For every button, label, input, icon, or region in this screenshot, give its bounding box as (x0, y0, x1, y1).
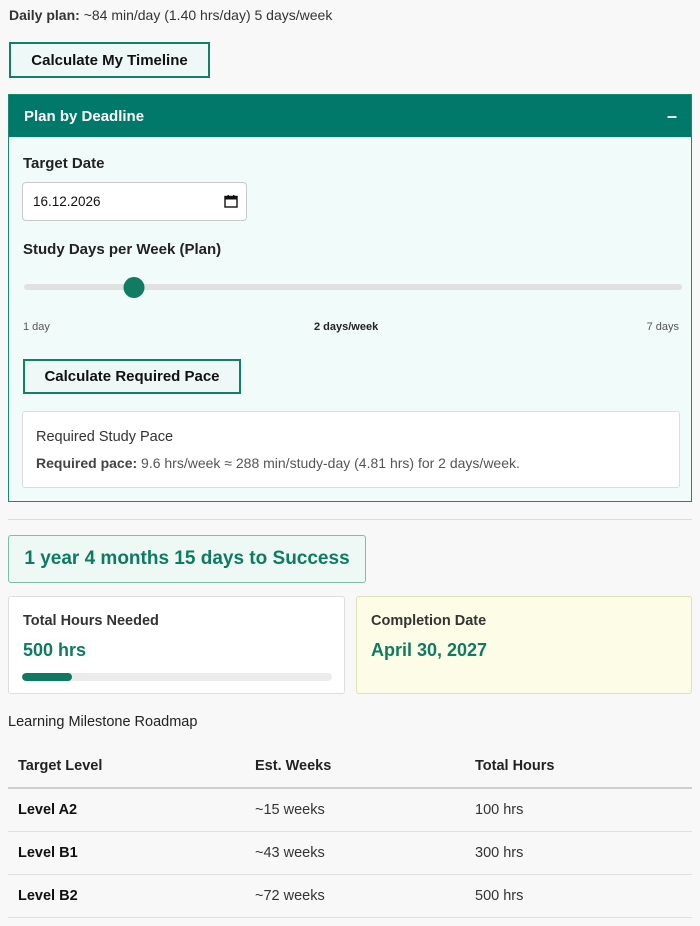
roadmap-header-row: Target Level Est. Weeks Total Hours (8, 744, 692, 789)
study-days-label: Study Days per Week (Plan) (23, 241, 222, 258)
target-date-value: 16.12.2026 (33, 194, 101, 209)
col-total-hours: Total Hours (465, 744, 692, 789)
study-days-slider[interactable] (24, 277, 682, 298)
target-date-label: Target Date (23, 155, 105, 172)
weeks-cell: ~43 weeks (245, 831, 465, 875)
deadline-panel: Plan by Deadline – Target Date 16.12.202… (8, 94, 692, 502)
slider-min-label: 1 day (23, 321, 50, 333)
level-cell: Level B2 (8, 874, 245, 918)
target-date-input[interactable]: 16.12.2026 (22, 182, 247, 221)
level-cell: Level A2 (8, 788, 245, 832)
roadmap-title: Learning Milestone Roadmap (8, 714, 198, 730)
section-divider (8, 519, 692, 520)
total-hours-card: Total Hours Needed 500 hrs (8, 596, 345, 694)
completion-date-card: Completion Date April 30, 2027 (356, 596, 692, 694)
completion-date-value: April 30, 2027 (371, 640, 488, 660)
daily-plan-label: Daily plan: (9, 7, 80, 23)
col-target-level: Target Level (8, 744, 245, 789)
roadmap-table: Target Level Est. Weeks Total Hours Leve… (8, 744, 692, 918)
completion-date-label: Completion Date (371, 613, 487, 629)
collapse-toggle[interactable]: – (667, 106, 677, 127)
hours-progress-fill (22, 673, 72, 681)
daily-plan-summary: Daily plan: ~84 min/day (1.40 hrs/day) 5… (9, 7, 332, 23)
hours-cell: 500 hrs (465, 874, 692, 918)
required-pace-label: Required pace: (36, 455, 138, 471)
required-pace-title: Required Study Pace (36, 429, 174, 445)
deadline-panel-header[interactable]: Plan by Deadline – (9, 95, 691, 137)
level-cell: Level B1 (8, 831, 245, 875)
calculate-timeline-button[interactable]: Calculate My Timeline (9, 42, 210, 78)
weeks-cell: ~72 weeks (245, 874, 465, 918)
weeks-cell: ~15 weeks (245, 788, 465, 832)
slider-value-label: 2 days/week (314, 321, 379, 333)
slider-thumb[interactable] (123, 277, 145, 298)
col-est-weeks: Est. Weeks (245, 744, 465, 789)
table-row: Level B2 ~72 weeks 500 hrs (8, 874, 692, 918)
required-pace-value: 9.6 hrs/week ≈ 288 min/study-day (4.81 h… (141, 455, 520, 471)
required-pace-card: Required Study Pace Required pace: 9.6 h… (22, 411, 680, 488)
hours-cell: 300 hrs (465, 831, 692, 875)
hours-progress-bar (22, 673, 332, 681)
calendar-icon[interactable] (224, 195, 238, 208)
deadline-panel-title: Plan by Deadline (24, 107, 145, 125)
total-hours-label: Total Hours Needed (23, 613, 159, 629)
required-pace-text: Required pace: 9.6 hrs/week ≈ 288 min/st… (36, 455, 666, 471)
table-row: Level A2 ~15 weeks 100 hrs (8, 788, 692, 832)
total-hours-value: 500 hrs (23, 640, 87, 660)
daily-plan-value: ~84 min/day (1.40 hrs/day) 5 days/week (83, 7, 333, 23)
hours-cell: 100 hrs (465, 788, 692, 832)
calculate-pace-button[interactable]: Calculate Required Pace (23, 359, 241, 394)
slider-max-label: 7 days (646, 321, 679, 333)
table-row: Level B1 ~43 weeks 300 hrs (8, 831, 692, 875)
success-banner: 1 year 4 months 15 days to Success (8, 535, 366, 583)
